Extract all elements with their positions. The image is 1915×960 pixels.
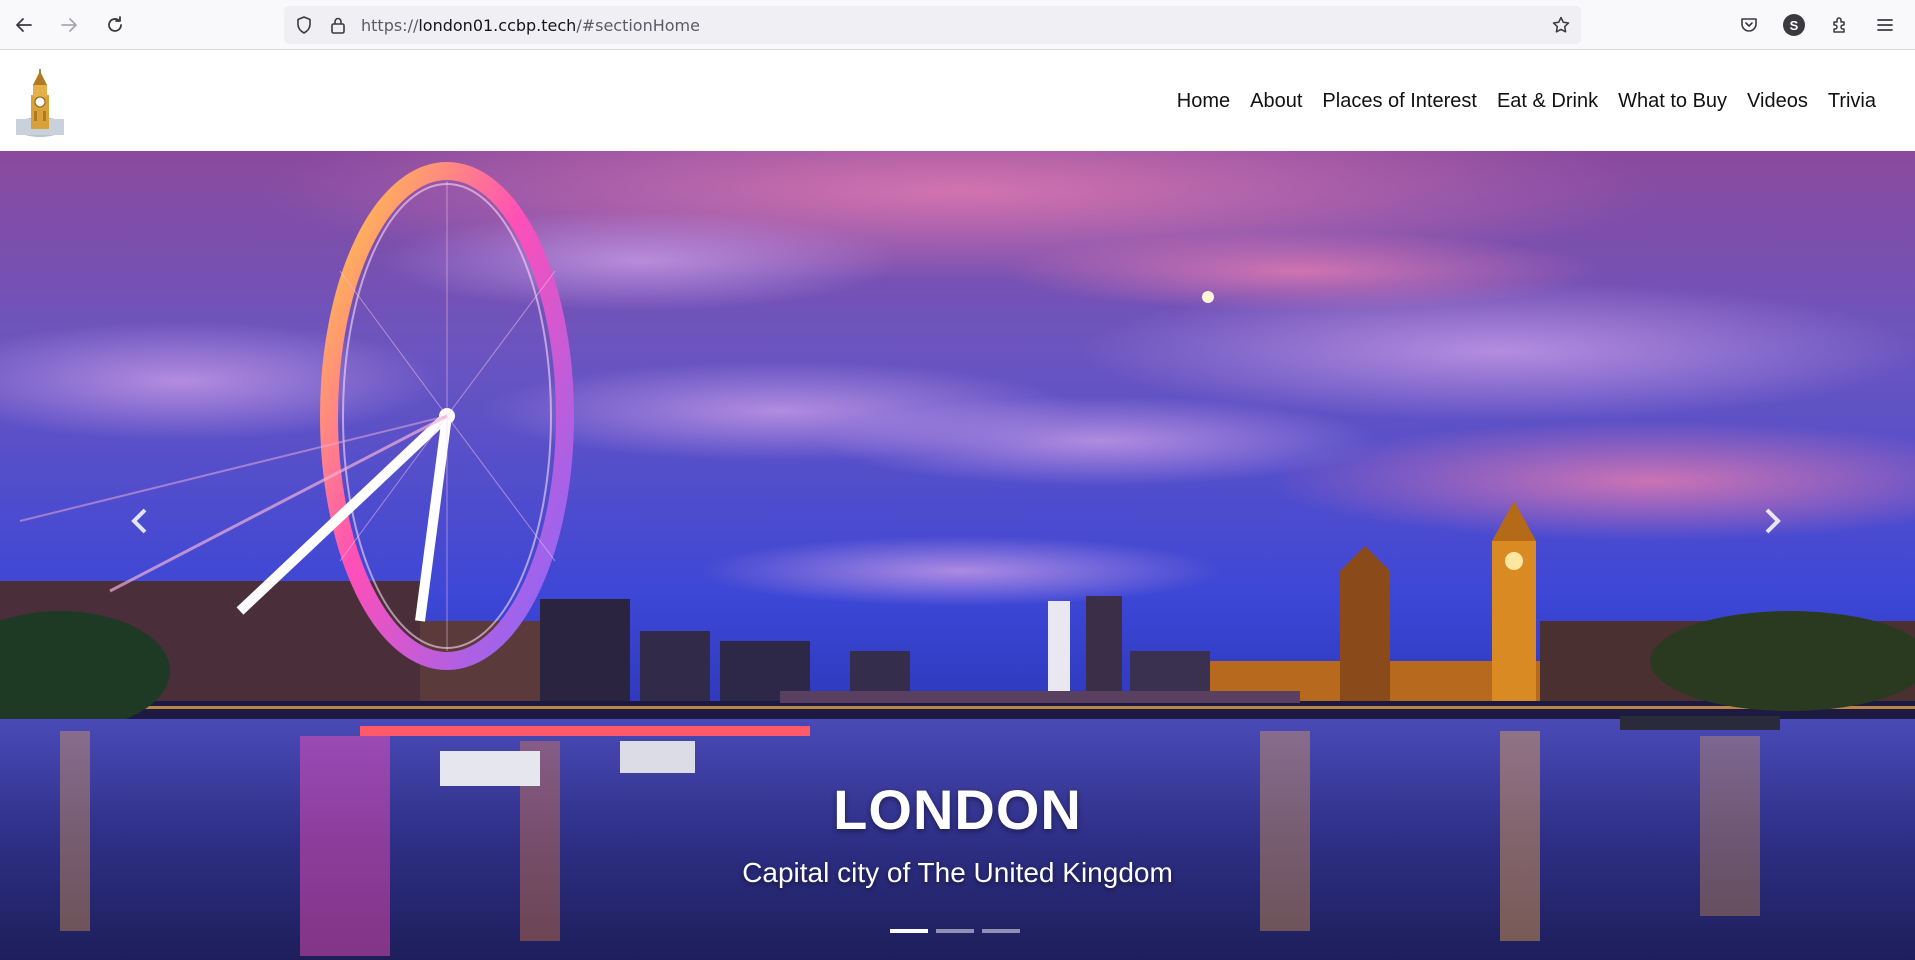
pocket-icon bbox=[1741, 18, 1757, 32]
chevron-left-icon bbox=[131, 508, 147, 534]
extensions-icon bbox=[1833, 17, 1845, 33]
nav-link-what-to-buy[interactable]: What to Buy bbox=[1608, 89, 1737, 113]
menu-button[interactable] bbox=[1869, 9, 1901, 41]
back-icon bbox=[16, 18, 32, 32]
nav-link-places-of-interest[interactable]: Places of Interest bbox=[1312, 89, 1487, 113]
nav-links: Home About Places of Interest Eat & Drin… bbox=[1167, 89, 1886, 113]
nav-link-trivia[interactable]: Trivia bbox=[1818, 89, 1886, 113]
carousel-indicator-2[interactable] bbox=[936, 929, 974, 933]
forward-button[interactable] bbox=[53, 9, 85, 41]
url-scheme: https:// bbox=[361, 16, 419, 35]
nav-link-about[interactable]: About bbox=[1240, 89, 1312, 113]
nav-link-videos[interactable]: Videos bbox=[1737, 89, 1818, 113]
hero-subtitle: Capital city of The United Kingdom bbox=[742, 857, 1173, 888]
reload-button[interactable] bbox=[99, 9, 131, 41]
carousel-prev-button[interactable] bbox=[110, 491, 170, 551]
nav-link-home[interactable]: Home bbox=[1167, 89, 1240, 113]
big-ben-logo[interactable] bbox=[14, 69, 66, 137]
carousel-indicator-1[interactable] bbox=[890, 929, 928, 933]
hero-title: LONDON bbox=[833, 778, 1082, 841]
hero-carousel: LONDON Capital city of The United Kingdo… bbox=[0, 151, 1915, 960]
chevron-right-icon bbox=[1765, 508, 1781, 534]
url-text[interactable]: https://london01.ccbp.tech/#sectionHome bbox=[361, 16, 700, 35]
browser-toolbar: https://london01.ccbp.tech/#sectionHome … bbox=[0, 0, 1915, 50]
url-path: /#sectionHome bbox=[576, 16, 700, 35]
back-button[interactable] bbox=[8, 9, 40, 41]
url-bar[interactable]: https://london01.ccbp.tech/#sectionHome bbox=[284, 6, 1581, 44]
extensions-button[interactable] bbox=[1824, 9, 1856, 41]
url-host: london01.ccbp.tech bbox=[418, 16, 577, 35]
nav-link-eat-and-drink[interactable]: Eat & Drink bbox=[1487, 89, 1608, 113]
lock-icon[interactable] bbox=[328, 15, 348, 35]
reload-icon bbox=[108, 16, 122, 32]
site-navbar: Home About Places of Interest Eat & Drin… bbox=[0, 51, 1915, 151]
shield-icon[interactable] bbox=[294, 15, 314, 35]
carousel-indicators bbox=[890, 929, 1020, 933]
carousel-indicator-3[interactable] bbox=[982, 929, 1020, 933]
forward-icon bbox=[61, 18, 77, 32]
carousel-next-button[interactable] bbox=[1742, 491, 1802, 551]
bookmark-star-icon[interactable] bbox=[1551, 15, 1571, 35]
pocket-button[interactable] bbox=[1733, 9, 1765, 41]
menu-icon bbox=[1877, 19, 1893, 31]
profile-icon[interactable]: S bbox=[1783, 14, 1805, 36]
